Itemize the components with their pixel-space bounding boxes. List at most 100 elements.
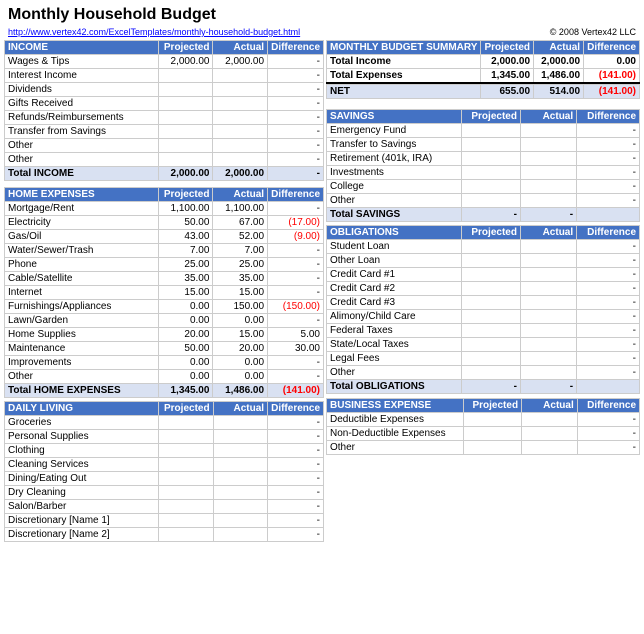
row-label: Discretionary [Name 1] [5,514,159,528]
row-actual [213,472,267,486]
row-actual [213,416,267,430]
total-actual: 1,486.00 [213,383,268,397]
table-row: Other 0.00 0.00 - [5,369,324,383]
row-diff: - [577,296,640,310]
table-row: Investments - [327,165,640,179]
row-label: Clothing [5,444,159,458]
row-actual [213,486,267,500]
row-projected: 20.00 [158,327,213,341]
obligations-actual-header: Actual [520,226,576,240]
row-diff: - [268,528,324,542]
row-label: Cleaning Services [5,458,159,472]
table-row: Other - [327,440,640,454]
row-actual [213,69,268,83]
row-diff: - [268,271,324,285]
row-actual: 15.00 [213,327,268,341]
row-actual [520,282,576,296]
table-row: Wages & Tips 2,000.00 2,000.00 - [5,55,324,69]
row-label: Refunds/Reimbursements [5,111,159,125]
daily-header-row: DAILY LIVING Projected Actual Difference [5,402,324,416]
table-row: Cleaning Services - [5,458,324,472]
business-diff-header: Difference [577,398,639,412]
row-diff: - [268,285,324,299]
row-diff: 5.00 [268,327,324,341]
row-projected [158,444,213,458]
row-label: Water/Sewer/Trash [5,243,159,257]
row-projected [461,366,520,380]
row-projected [158,83,213,97]
row-projected [461,165,520,179]
row-projected: 7.00 [158,243,213,257]
row-projected [158,97,213,111]
row-label: Deductible Expenses [327,412,464,426]
row-label: Federal Taxes [327,324,462,338]
total-projected: 1,345.00 [158,383,213,397]
row-actual [213,153,268,167]
summary-expense-projected: 1,345.00 [481,69,534,84]
row-diff: - [268,55,324,69]
table-row: Gifts Received - [5,97,324,111]
table-row: Other Loan - [327,254,640,268]
row-actual [522,426,578,440]
right-panel: MONTHLY BUDGET SUMMARY Projected Actual … [326,40,640,542]
row-label: Student Loan [327,240,462,254]
row-actual [213,125,268,139]
row-projected [158,500,213,514]
row-diff: - [268,153,324,167]
row-label: Transfer to Savings [327,137,462,151]
row-label: Other [5,153,159,167]
row-diff: - [577,179,640,193]
summary-net-actual: 514.00 [534,85,584,99]
row-projected: 2,000.00 [158,55,213,69]
row-projected [461,282,520,296]
row-actual [520,296,576,310]
row-label: Other [327,193,462,207]
summary-income-projected: 2,000.00 [481,55,534,69]
row-label: Personal Supplies [5,430,159,444]
total-actual: 2,000.00 [213,167,268,181]
url-link[interactable]: http://www.vertex42.com/ExcelTemplates/m… [8,27,300,37]
summary-diff-header: Difference [584,41,640,55]
url-row: http://www.vertex42.com/ExcelTemplates/m… [4,26,640,38]
table-row: Maintenance 50.00 20.00 30.00 [5,341,324,355]
row-actual [522,440,578,454]
income-diff-header: Difference [268,41,324,55]
row-label: Non-Deductible Expenses [327,426,464,440]
table-row: Gas/Oil 43.00 52.00 (9.00) [5,229,324,243]
row-projected [158,528,213,542]
table-row: Dividends - [5,83,324,97]
row-label: Improvements [5,355,159,369]
row-actual [213,528,267,542]
row-projected [461,254,520,268]
table-row: Emergency Fund - [327,123,640,137]
table-row: State/Local Taxes - [327,338,640,352]
home-header-label: HOME EXPENSES [5,187,159,201]
obligations-table: OBLIGATIONS Projected Actual Difference … [326,225,640,398]
row-diff: - [268,430,324,444]
row-projected: 1,100.00 [158,201,213,215]
total-label: Total INCOME [5,167,159,181]
income-table: INCOME Projected Actual Difference Wages… [4,40,324,187]
row-actual [520,137,576,151]
summary-expense-diff: (141.00) [584,69,640,84]
obligations-header-row: OBLIGATIONS Projected Actual Difference [327,226,640,240]
row-diff: - [268,444,324,458]
row-label: Salon/Barber [5,500,159,514]
row-label: Alimony/Child Care [327,310,462,324]
row-diff: - [268,313,324,327]
row-label: Internet [5,285,159,299]
row-label: Other [327,366,462,380]
row-projected: 50.00 [158,215,213,229]
row-diff: - [577,137,640,151]
summary-income-label: Total Income [327,55,481,69]
row-diff: - [268,416,324,430]
row-actual: 52.00 [213,229,268,243]
row-actual [213,514,267,528]
home-expenses-table: HOME EXPENSES Projected Actual Differenc… [4,187,324,402]
row-projected [461,151,520,165]
table-row: Dining/Eating Out - [5,472,324,486]
row-projected [158,458,213,472]
table-row: Water/Sewer/Trash 7.00 7.00 - [5,243,324,257]
row-label: College [327,179,462,193]
row-diff: - [577,165,640,179]
